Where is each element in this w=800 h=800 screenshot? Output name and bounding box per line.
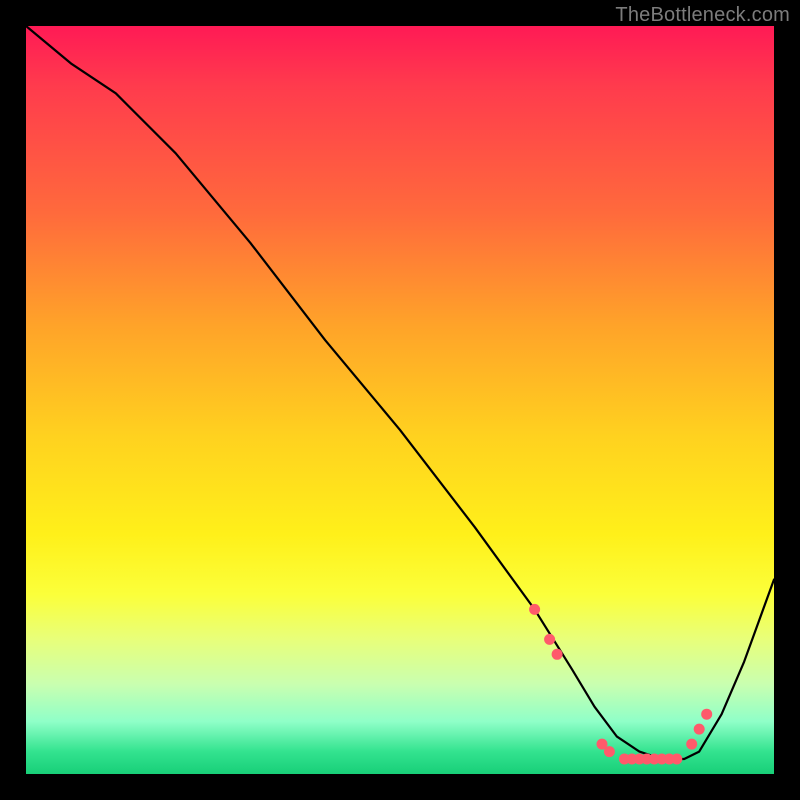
chart-svg (26, 26, 774, 774)
chart-curve (26, 26, 774, 759)
marker-point (544, 634, 555, 645)
marker-point (701, 709, 712, 720)
marker-point (552, 649, 563, 660)
marker-point (671, 754, 682, 765)
plot-area (26, 26, 774, 774)
marker-point (686, 739, 697, 750)
marker-point (604, 746, 615, 757)
chart-stage: TheBottleneck.com (0, 0, 800, 800)
marker-point (529, 604, 540, 615)
marker-point (694, 724, 705, 735)
attribution-label: TheBottleneck.com (615, 4, 790, 27)
